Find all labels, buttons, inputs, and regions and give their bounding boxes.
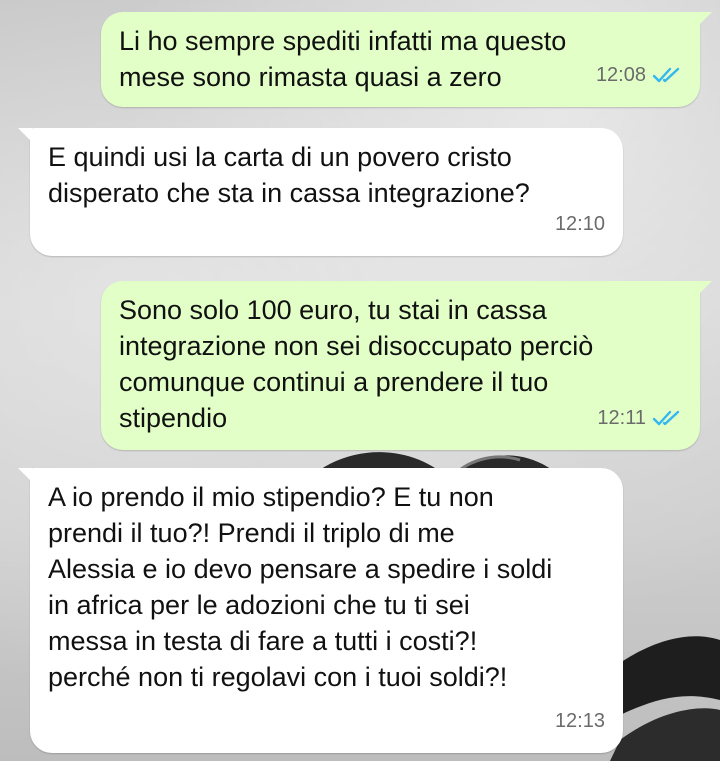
bubble-tail: [18, 128, 32, 142]
message-meta: 12:08: [596, 57, 682, 93]
message-text: A io prendo il mio stipendio? E tu non p…: [48, 482, 553, 692]
bubble-tail: [18, 468, 32, 482]
message-time: 12:11: [597, 407, 646, 429]
bubble-tail: [698, 281, 712, 295]
message-time: 12:10: [554, 213, 605, 235]
message-time: 12:08: [595, 64, 646, 86]
message-bubble-outgoing[interactable]: Sono solo 100 euro, tu stai in cassa int…: [101, 281, 712, 450]
message-bubble-outgoing[interactable]: Li ho sempre spediti infatti ma questo m…: [101, 12, 712, 107]
bubble-tail: [698, 12, 712, 26]
message-bubble-incoming[interactable]: A io prendo il mio stipendio? E tu non p…: [18, 468, 623, 753]
message-bubble-incoming[interactable]: E quindi usi la carta di un povero crist…: [18, 128, 623, 256]
message-time: 12:13: [554, 710, 605, 732]
message-text: E quindi usi la carta di un povero crist…: [48, 142, 530, 208]
double-check-read-icon: [652, 410, 680, 426]
double-check-read-icon: [652, 67, 680, 83]
message-meta: 12:13: [555, 703, 605, 739]
message-meta: 12:10: [555, 206, 605, 242]
message-meta: 12:11: [597, 400, 682, 436]
